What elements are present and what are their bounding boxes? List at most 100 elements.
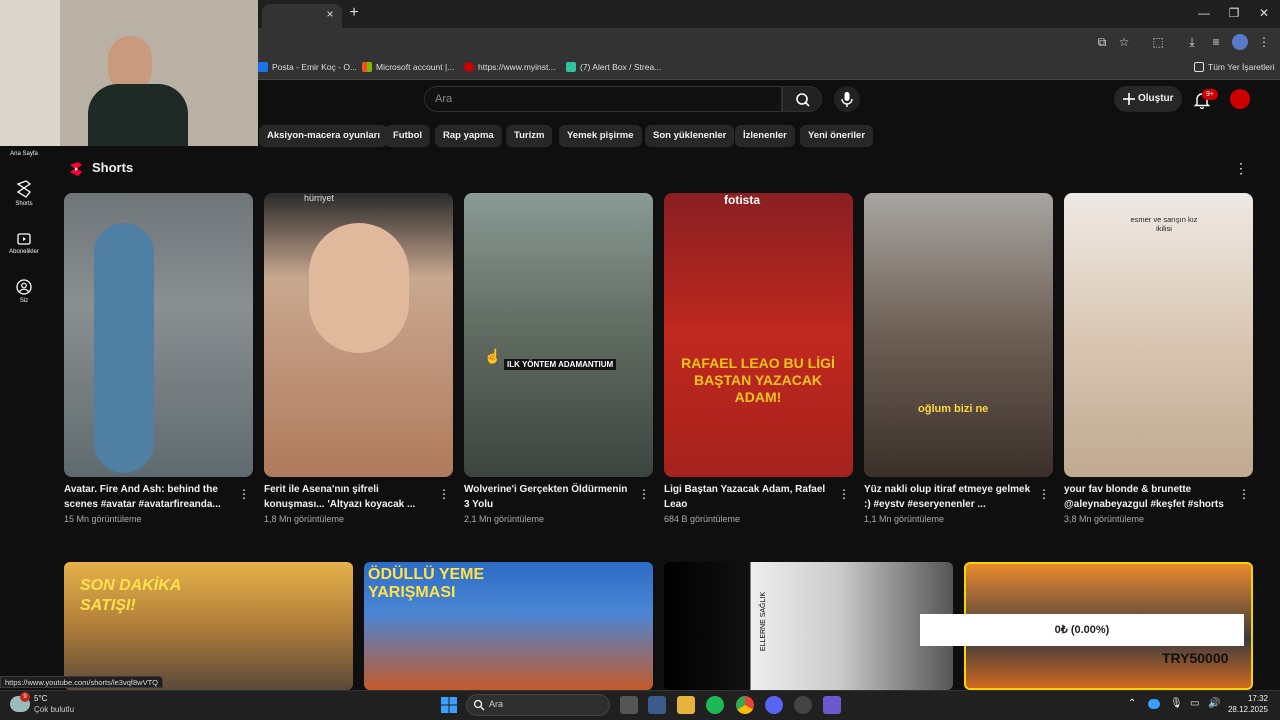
all-bookmarks[interactable]: Tüm Yer İşaretleri	[1194, 59, 1275, 75]
search-input[interactable]: Ara	[424, 86, 782, 112]
clock-time[interactable]: 17:32	[1226, 694, 1268, 703]
voice-search-button[interactable]	[834, 86, 860, 112]
short-thumbnail[interactable]: fotista RAFAEL LEAO BU LİGİ BAŞTAN YAZAC…	[664, 193, 853, 477]
site-icon	[464, 62, 474, 72]
tab-close-icon[interactable]: ×	[322, 6, 338, 22]
plus-icon	[1123, 93, 1135, 105]
short-thumbnail[interactable]	[64, 193, 253, 477]
wall-shape	[0, 0, 60, 146]
search-icon	[473, 699, 485, 711]
logo-text: fotista	[724, 193, 760, 207]
weather-temp: 5°C	[34, 694, 48, 703]
more-options-icon[interactable]: ⋮	[838, 488, 850, 500]
more-options-icon[interactable]: ⋮	[1238, 488, 1250, 500]
media-icon[interactable]: ≡	[1208, 34, 1224, 50]
short-title[interactable]: Yüz nakli olup itiraf etmeye gelmek :) #…	[864, 482, 1032, 512]
windows-taskbar	[0, 690, 1280, 720]
search-icon	[796, 93, 810, 107]
short-title[interactable]: Ligi Baştan Yazacak Adam, Rafael Leao	[664, 482, 832, 512]
avatar[interactable]	[1230, 89, 1250, 109]
extensions-icon[interactable]: ⬚	[1150, 34, 1166, 50]
more-options-icon[interactable]: ⋮	[638, 488, 650, 500]
chip[interactable]: Son yüklenenler	[645, 125, 735, 147]
thumb-overlay-text: SON DAKİKA SATIŞI!	[80, 577, 181, 614]
steam-icon[interactable]	[794, 696, 812, 714]
bookmark-item[interactable]: https://www.myinst...	[464, 59, 555, 75]
discord-icon[interactable]	[765, 696, 783, 714]
bookmark-item[interactable]: Posta - Emir Koç - O...	[258, 59, 357, 75]
chip[interactable]: Yemek pişirme	[559, 125, 642, 147]
bookmark-star-icon[interactable]: ☆	[1116, 34, 1132, 50]
minimize-icon[interactable]: —	[1194, 4, 1214, 22]
download-icon[interactable]: ⤓	[1184, 34, 1200, 50]
weather-desc: Çok bulutlu	[34, 705, 75, 714]
thumb-overlay-text: TRY50000	[1162, 650, 1229, 666]
network-icon[interactable]: ▭	[1190, 698, 1199, 709]
more-options-icon[interactable]: ⋮	[438, 488, 450, 500]
chip[interactable]: Aksiyon-macera oyunları	[259, 125, 388, 147]
shorts-icon	[16, 180, 32, 198]
thumb-overlay-text: esmer ve sarışın kız ikilisi	[1130, 215, 1198, 233]
task-view-icon[interactable]	[620, 696, 638, 714]
start-button[interactable]	[440, 696, 458, 714]
thumb-overlay-text: ILK YÖNTEM ADAMANTIUM	[504, 359, 617, 370]
mic-icon[interactable]: 🎙	[1170, 698, 1183, 709]
face-shape	[309, 223, 409, 353]
profile-icon[interactable]	[1232, 34, 1248, 50]
tray-chevron-icon[interactable]: ⌃	[1128, 698, 1136, 709]
status-url: https://www.youtube.com/shorts/le3vqf8wV…	[0, 676, 163, 688]
chip[interactable]: Yeni öneriler	[800, 125, 874, 147]
more-options-icon[interactable]: ⋮	[1038, 488, 1050, 500]
create-button[interactable]: Oluştur	[1114, 86, 1182, 112]
chip[interactable]: Rap yapma	[435, 125, 502, 147]
chip[interactable]: Turizm	[506, 125, 553, 147]
spotify-icon[interactable]	[706, 696, 724, 714]
search-button[interactable]	[782, 86, 822, 112]
shorts-logo-icon	[70, 162, 82, 176]
thumb-overlay-text: oğlum bizi ne	[918, 403, 989, 415]
video-thumbnail[interactable]: SON DAKİKA SATIŞI!	[64, 562, 353, 690]
install-app-icon[interactable]: ⧉	[1094, 34, 1110, 50]
sidebar-item-home[interactable]: Ana Sayfa	[0, 151, 48, 157]
webcam-overlay	[0, 0, 258, 146]
short-thumbnail[interactable]: ILK YÖNTEM ADAMANTIUM	[464, 193, 653, 477]
short-title[interactable]: Wolverine'i Gerçekten Öldürmenin 3 Yolu	[464, 482, 632, 512]
short-thumbnail[interactable]: esmer ve sarışın kız ikilisi	[1064, 193, 1253, 477]
taskbar-search[interactable]: Ara	[466, 694, 610, 716]
subscriptions-icon	[17, 233, 31, 245]
windows-icon	[441, 697, 457, 713]
short-title[interactable]: Avatar. Fire And Ash: behind the scenes …	[64, 482, 232, 512]
microsoft-icon	[362, 62, 372, 72]
chrome-menu-icon[interactable]: ⋮	[1256, 34, 1272, 50]
video-thumbnail[interactable]: ELLERNE SAĞLIK	[664, 562, 953, 690]
restore-icon[interactable]: ❐	[1224, 4, 1244, 22]
shirt-shape	[88, 84, 188, 146]
clock-date[interactable]: 28.12.2025	[1216, 705, 1268, 714]
chip[interactable]: Futbol	[385, 125, 431, 147]
bookmark-item[interactable]: Microsoft account |...	[362, 59, 454, 75]
thumb-overlay-text: ELLERNE SAĞLIK	[760, 592, 767, 652]
video-thumbnail[interactable]: ÖDÜLLÜ YEME YARIŞMASI	[364, 562, 653, 690]
app-icon[interactable]	[648, 696, 666, 714]
section-menu-icon[interactable]: ⋮	[1234, 160, 1248, 177]
sidebar-item-shorts[interactable]: Shorts	[0, 180, 48, 207]
short-thumbnail[interactable]: oğlum bizi ne	[864, 193, 1053, 477]
bookmark-item[interactable]: (7) Alert Box / Strea...	[566, 59, 661, 75]
more-options-icon[interactable]: ⋮	[238, 488, 250, 500]
app-icon[interactable]	[823, 696, 841, 714]
user-icon	[16, 279, 32, 295]
file-explorer-icon[interactable]	[677, 696, 695, 714]
short-views: 15 Mn görüntüleme	[64, 514, 142, 524]
short-title[interactable]: Ferit ile Asena'nın şifreli konuşması...…	[264, 482, 432, 512]
short-title[interactable]: your fav blonde & brunette @aleynabeyazg…	[1064, 482, 1232, 512]
chrome-icon[interactable]	[736, 696, 754, 714]
close-window-icon[interactable]: ✕	[1254, 4, 1274, 22]
onedrive-icon[interactable]	[1148, 699, 1160, 709]
sidebar-item-you[interactable]: Siz	[0, 279, 48, 304]
thumb-overlay-text: hürriyet	[304, 193, 335, 203]
new-tab-button[interactable]: +	[346, 5, 362, 21]
chip[interactable]: İzlenenler	[735, 125, 795, 147]
sidebar-item-subscriptions[interactable]: Abonelikler	[0, 230, 48, 255]
short-thumbnail[interactable]: hürriyet	[264, 193, 453, 477]
thumb-overlay-text: ÖDÜLLÜ YEME YARIŞMASI	[368, 566, 485, 601]
